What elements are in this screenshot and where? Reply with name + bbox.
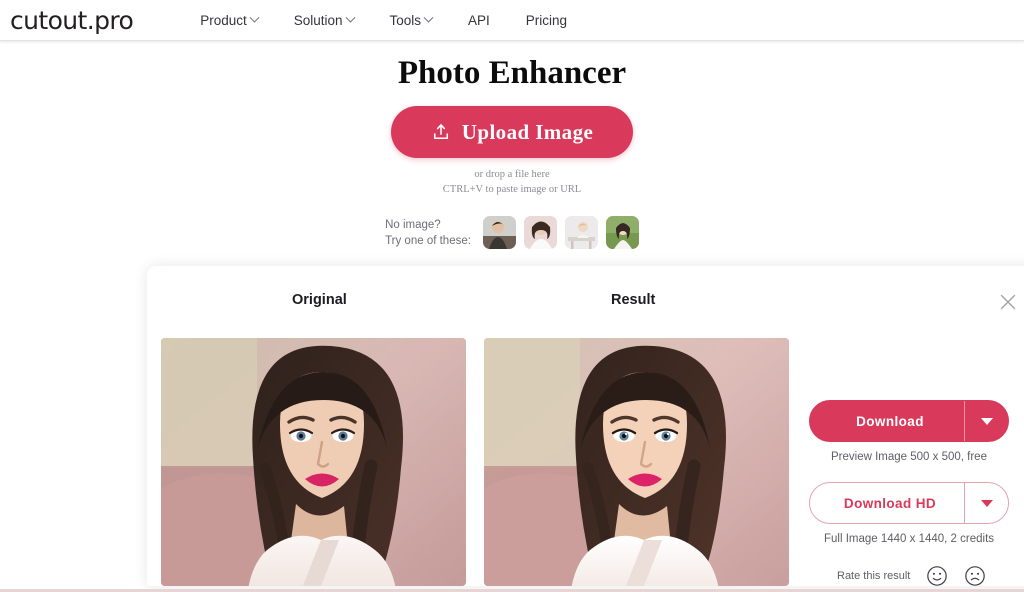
nav-item-pricing[interactable]: Pricing [508,0,585,41]
chevron-down-icon [345,12,355,23]
page-title: Photo Enhancer [397,55,627,91]
upload-button-wrapper: Upload Image [0,106,1024,158]
rate-result-label: Rate this result [837,570,911,582]
upload-icon [433,124,448,140]
result-actions: Download Preview Image 500 x 500, free D… [809,400,1011,586]
drop-hint: or drop a file here CTRL+V to paste imag… [0,167,1024,197]
original-column-title: Original [292,292,347,308]
nav-item-label: Pricing [525,12,568,28]
nav-item-label: Tools [389,12,422,28]
nav-item-product[interactable]: Product [182,0,276,41]
nav-item-tools[interactable]: Tools [372,0,451,41]
frowny-face-icon[interactable] [964,565,986,586]
smiley-face-icon[interactable] [926,565,948,586]
download-dropdown-toggle[interactable] [964,401,1008,441]
sample-thumbnail-1-image [482,216,516,249]
original-image [161,338,466,586]
download-button-label: Download [856,413,924,429]
nav-item-label: API [468,12,490,28]
download-hd-button-label: Download HD [843,495,937,511]
sample-thumbnail-3[interactable] [564,216,598,249]
chevron-down-icon [980,499,993,507]
result-column-title: Result [611,292,656,308]
download-hd-button[interactable]: Download HD [809,482,1009,524]
download-hd-note: Full Image 1440 x 1440, 2 credits [823,533,995,545]
sample-thumbnail-2[interactable] [523,216,557,249]
upload-image-button-label: Upload Image [461,119,594,144]
nav-item-label: Solution [293,12,343,28]
sample-thumbnail-3-image [564,216,598,249]
nav-item-solution[interactable]: Solution [276,0,372,41]
sample-thumbnail-list [482,216,639,249]
result-card: Original Result Download Preview Image 5… [147,266,1024,586]
upload-image-button[interactable]: Upload Image [391,106,633,158]
sample-thumbnail-1[interactable] [482,216,516,249]
sample-thumbnail-4[interactable] [605,216,639,249]
chevron-down-icon [249,12,260,23]
sample-images-label: No image? Try one of these: [385,217,471,249]
hero-section: Photo Enhancer Upload Image or drop a fi… [0,41,1024,249]
chevron-down-icon [423,12,434,23]
drop-hint-line-2: CTRL+V to paste image or URL [442,184,582,195]
sample-thumbnail-4-image [605,216,639,249]
drop-hint-line-1: or drop a file here [474,169,550,180]
chevron-down-icon [980,417,993,425]
original-image-pane[interactable] [161,338,466,586]
image-compare-panes: Download Preview Image 500 x 500, free D… [147,338,1024,586]
close-icon[interactable] [997,291,1019,313]
result-card-header: Original Result [147,266,1024,324]
download-hd-dropdown-toggle[interactable] [964,483,1008,523]
download-note: Preview Image 500 x 500, free [831,451,987,463]
result-image-pane[interactable] [484,338,789,586]
result-image [484,338,789,586]
sample-images-section: No image? Try one of these: [0,216,1024,249]
nav-item-label: Product [200,12,247,28]
rate-result-row: Rate this result [809,565,1011,586]
sample-label-line-2: Try one of these: [385,234,471,247]
actions-spacer [809,463,1011,482]
nav-item-api[interactable]: API [450,0,508,41]
sample-thumbnail-2-image [523,216,557,249]
brand-logo[interactable]: cutout.pro [10,8,134,33]
site-header: cutout.pro Product Solution Tools API Pr… [0,0,1024,41]
download-button[interactable]: Download [809,400,1009,442]
main-navigation: Product Solution Tools API Pricing [182,0,585,41]
sample-label-line-1: No image? [385,218,441,231]
